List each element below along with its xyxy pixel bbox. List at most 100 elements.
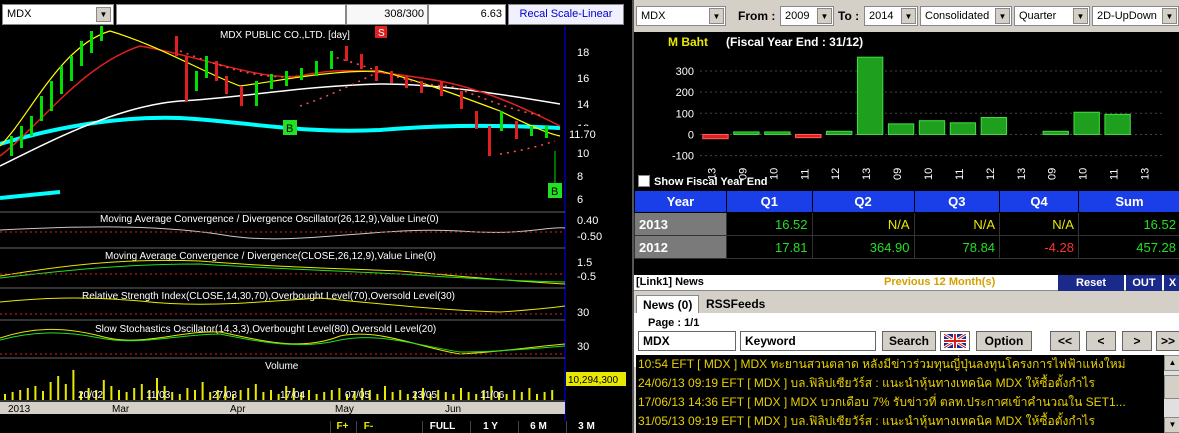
news-item[interactable]: 24/06/13 09:19 EFT [ MDX ] บล.ฟิลิปเซียว… [636, 374, 1164, 393]
fund-symbol-select[interactable]: MDX ▼ [636, 6, 726, 26]
bar-y-tick: 200 [676, 87, 694, 99]
table-header-row: Year Q1 Q2 Q3 Q4 Sum [634, 190, 1179, 213]
to-label: To : [838, 9, 860, 23]
indicator-tick: 1.5 [577, 257, 592, 269]
news-item[interactable]: 10:54 EFT [ MDX ] MDX ทะยานสวนตลาด หลังม… [636, 355, 1164, 374]
tab-rssfeeds[interactable]: RSSFeeds [700, 295, 771, 313]
indicator-tick: 30 [577, 341, 589, 353]
volume-bar [178, 394, 181, 400]
close-button[interactable]: X [1164, 275, 1179, 291]
range-3m-tab[interactable]: 3 M [566, 421, 606, 433]
table-row[interactable]: 2013 16.52 N/A N/A N/A 16.52 [634, 212, 1179, 236]
table-row[interactable]: 2012 17.81 364.90 78.84 -4.28 457.28 [634, 235, 1179, 259]
symbol-select[interactable]: MDX ▼ [2, 4, 114, 25]
chevron-down-icon[interactable]: ▼ [1162, 8, 1177, 24]
fundamental-panel: MDX ▼ From : 2009 ▼ To : 2014 ▼ Consolid… [632, 0, 1179, 433]
buy-signal-label: B [286, 123, 293, 135]
chevron-down-icon[interactable]: ▼ [817, 8, 832, 24]
chevron-down-icon[interactable]: ▼ [96, 7, 111, 22]
col-q2: Q2 [811, 190, 915, 213]
bar-x-tick: 11 [799, 169, 811, 180]
bar-x-tick: 09 [892, 168, 904, 180]
language-flag-icon[interactable] [940, 331, 970, 351]
news-item[interactable]: 31/05/13 09:19 EFT [ MDX ] บล.ฟิลิปเซียว… [636, 412, 1164, 431]
news-header: [Link1] News Previous 12 Month(s) Reset … [634, 275, 1179, 291]
quarterly-bar-chart: M Baht (Fiscal Year End : 31/12) 300 200 1… [668, 35, 1164, 180]
period-select[interactable]: Quarter ▼ [1014, 6, 1090, 26]
volume-bar [536, 394, 538, 400]
date-tick: Mar [112, 404, 130, 415]
bar-mark [764, 131, 791, 135]
range-tabs: F+ F- FULL 1 Y 6 M 3 M [330, 421, 628, 433]
date-tick: 23/05 [412, 390, 437, 401]
date-tick: 17/04 [280, 390, 305, 401]
news-symbol-input[interactable]: MDX [638, 331, 736, 351]
bar-x-tick: 11 [1109, 169, 1121, 180]
volume-bar [133, 388, 136, 400]
volume-bar [444, 392, 447, 400]
bar-chart-subtitle: (Fiscal Year End : 31/12) [726, 35, 863, 49]
volume-bar [186, 388, 189, 400]
to-year-select[interactable]: 2014 ▼ [864, 6, 918, 26]
bar-mark [918, 120, 946, 135]
chart-mode-value: 2D-UpDown [1097, 10, 1157, 22]
keyword-input[interactable]: Keyword [740, 331, 876, 351]
cell-q2: N/A [811, 212, 915, 236]
chevron-down-icon[interactable]: ▼ [901, 8, 916, 24]
bar-x-axis: 13 09 10 11 12 13 09 10 11 12 13 09 10 11 13 [706, 168, 1151, 180]
chevron-down-icon[interactable]: ▼ [995, 8, 1010, 24]
from-year-select[interactable]: 2009 ▼ [780, 6, 834, 26]
news-item[interactable]: 17/06/13 14:36 EFT [ MDX ] MDX บวกเดือบ … [636, 393, 1164, 412]
bar-count: 308/300 [346, 4, 428, 25]
show-fiscal-year-checkbox[interactable]: Show Fiscal Year End [638, 175, 768, 188]
bar-chart-title: M Baht [668, 35, 708, 49]
scroll-down-icon[interactable]: ▼ [1164, 417, 1179, 433]
macd-osc-line [0, 226, 566, 240]
zoom-in-button[interactable]: F+ [330, 421, 354, 433]
from-label: From : [738, 9, 776, 23]
option-button[interactable]: Option [976, 331, 1032, 351]
ma-50-line [0, 45, 561, 157]
first-page-button[interactable]: << [1050, 331, 1080, 351]
scroll-up-icon[interactable]: ▲ [1164, 355, 1179, 371]
range-6m-tab[interactable]: 6 M [518, 421, 558, 433]
volume-bar [520, 392, 523, 400]
scroll-thumb[interactable] [1164, 375, 1179, 399]
last-page-button[interactable]: >> [1156, 331, 1179, 351]
prev-page-button[interactable]: < [1086, 331, 1116, 351]
cell-q4: -4.28 [999, 235, 1079, 259]
news-panel: [Link1] News Previous 12 Month(s) Reset … [634, 275, 1179, 433]
fund-symbol-value: MDX [641, 10, 666, 22]
recal-scale-button[interactable]: Recal Scale-Linear [508, 4, 624, 25]
bar-mark [856, 56, 884, 135]
reset-button[interactable]: Reset [1058, 275, 1124, 291]
volume-bar [64, 384, 67, 400]
next-page-button[interactable]: > [1122, 331, 1152, 351]
range-1y-tab[interactable]: 1 Y [470, 421, 510, 433]
chart-panel: MDX ▼ 308/300 6.63 Recal Scale-Linear 18… [0, 0, 628, 433]
bar-x-tick: 10 [768, 168, 780, 180]
volume-bar [247, 388, 250, 400]
show-fy-label: Show Fiscal Year End [654, 176, 768, 188]
col-sum: Sum [1077, 190, 1179, 213]
tab-news[interactable]: News (0) [636, 295, 700, 313]
checkbox-icon[interactable] [638, 175, 650, 187]
news-scrollbar[interactable]: ▲ ▼ [1164, 355, 1179, 433]
bar-mark [1104, 113, 1131, 135]
out-button[interactable]: OUT [1126, 275, 1162, 291]
chevron-down-icon[interactable]: ▼ [709, 8, 724, 24]
cell-q3: N/A [913, 212, 1001, 236]
col-q1: Q1 [726, 190, 813, 213]
volume-bar [254, 384, 257, 400]
zoom-out-button[interactable]: F- [356, 421, 380, 433]
chart-mode-select[interactable]: 2D-UpDown ▼ [1092, 6, 1179, 26]
volume-bar [391, 392, 394, 400]
chevron-down-icon[interactable]: ▼ [1073, 8, 1088, 24]
date-tick: 27/03 [212, 390, 237, 401]
price-chart[interactable]: 18 16 14 12 11.70 10 8 6 MDX PUBLIC CO.,… [0, 26, 628, 433]
symbol-info-box [116, 4, 346, 25]
search-button[interactable]: Search [882, 331, 936, 351]
range-full-tab[interactable]: FULL [422, 421, 462, 433]
consolidated-select[interactable]: Consolidated ▼ [920, 6, 1012, 26]
volume-bar [118, 390, 120, 400]
